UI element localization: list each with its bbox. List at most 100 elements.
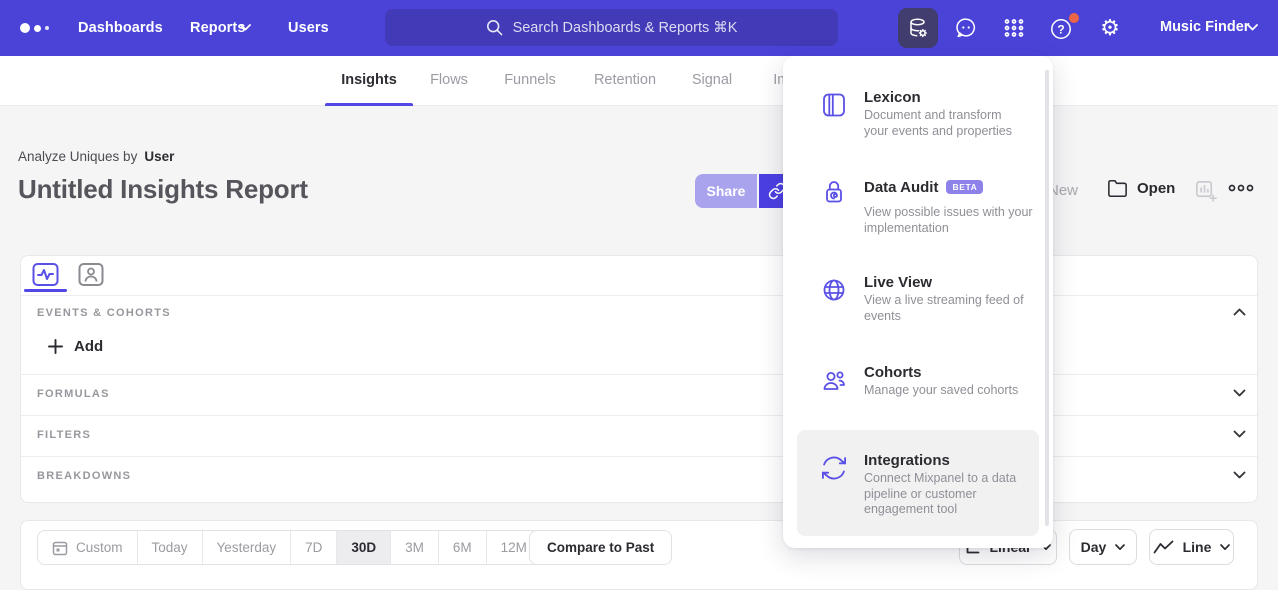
user-profile-icon	[78, 262, 104, 287]
menu-item-desc: Manage your saved cohorts	[864, 383, 1018, 399]
tab-flows[interactable]: Flows	[430, 72, 468, 88]
chevron-down-icon[interactable]	[1233, 471, 1246, 479]
chevron-down-icon[interactable]	[1233, 430, 1246, 438]
add-label: Add	[74, 338, 103, 355]
menu-item-integrations[interactable]: Integrations	[864, 452, 950, 469]
logo-dot-large	[20, 23, 30, 33]
active-tab-underline	[325, 103, 413, 106]
live-view-icon	[820, 276, 848, 304]
section-events-cohorts[interactable]: EVENTS & COHORTS	[37, 307, 171, 319]
chevron-down-icon[interactable]	[1233, 389, 1246, 397]
notification-badge	[1069, 13, 1079, 23]
top-nav: Dashboards Reports Users Search Dashboar…	[0, 0, 1278, 56]
section-filters[interactable]: FILTERS	[37, 429, 91, 441]
open-report-button[interactable]: Open	[1107, 179, 1175, 198]
chevron-up-icon[interactable]	[1233, 308, 1246, 316]
section-breakdowns[interactable]: BREAKDOWNS	[37, 470, 131, 482]
range-today[interactable]: Today	[138, 531, 203, 564]
granularity-dropdown[interactable]: Day	[1069, 529, 1137, 565]
search-placeholder: Search Dashboards & Reports ⌘K	[513, 20, 738, 36]
range-label: 3M	[405, 540, 424, 555]
range-custom[interactable]: Custom	[38, 531, 138, 564]
data-management-icon	[906, 16, 930, 40]
data-audit-icon	[820, 178, 848, 206]
menu-item-desc: Connect Mixpanel to a data pipeline or c…	[864, 471, 1034, 518]
divider	[21, 456, 1257, 457]
divider	[21, 374, 1257, 375]
analyze-prefix: Analyze Uniques by	[18, 149, 137, 164]
range-label: Today	[152, 540, 188, 555]
beta-badge: BETA	[946, 180, 983, 194]
more-options-button[interactable]	[1228, 184, 1254, 192]
chevron-down-icon	[1115, 544, 1125, 551]
menu-item-desc: View possible issues with your implement…	[864, 205, 1049, 236]
tab-users-view[interactable]	[78, 262, 104, 292]
menu-item-title: Data Audit	[864, 179, 938, 196]
menu-item-lexicon[interactable]: Lexicon	[864, 89, 921, 106]
tab-retention[interactable]: Retention	[594, 72, 656, 88]
range-3m[interactable]: 3M	[391, 531, 439, 564]
menu-item-live-view[interactable]: Live View	[864, 274, 932, 291]
lexicon-icon	[820, 91, 848, 119]
open-label: Open	[1137, 180, 1175, 197]
divider	[21, 415, 1257, 416]
workspace-name: Music Finder	[1160, 19, 1249, 35]
logo-dot-small	[45, 26, 49, 30]
workspace-switcher[interactable]: Music Finder	[1160, 19, 1249, 35]
range-yesterday[interactable]: Yesterday	[203, 531, 292, 564]
folder-icon	[1107, 179, 1128, 198]
active-view-underline	[24, 289, 67, 292]
ellipsis-icon	[1228, 184, 1254, 192]
nav-link-dashboards[interactable]: Dashboards	[78, 20, 163, 36]
range-label: 6M	[453, 540, 472, 555]
chart-type-dropdown[interactable]: Line	[1149, 529, 1234, 565]
nav-link-users[interactable]: Users	[288, 20, 329, 36]
data-management-menu: Lexicon Document and transform your even…	[783, 56, 1053, 548]
query-builder-panel: EVENTS & COHORTS Add FORMULAS FILTERS BR…	[20, 255, 1258, 503]
settings-gear-icon: ⚙	[1100, 17, 1120, 39]
settings-button[interactable]: ⚙	[1090, 8, 1130, 48]
report-type-tabbar: Insights Flows Funnels Retention Signal …	[0, 56, 1278, 106]
add-to-dashboard-button[interactable]	[1194, 179, 1217, 207]
add-event-button[interactable]: Add	[48, 338, 103, 355]
tab-signal[interactable]: Signal	[692, 72, 732, 88]
metrics-chart-icon	[32, 262, 59, 287]
tab-events-view[interactable]	[32, 262, 59, 292]
chevron-down-icon	[1220, 544, 1230, 551]
apps-grid-icon	[1002, 16, 1026, 40]
granularity-value: Day	[1081, 539, 1107, 555]
search-icon	[486, 19, 503, 36]
divider	[21, 295, 1257, 296]
search-input[interactable]: Search Dashboards & Reports ⌘K	[385, 9, 838, 46]
nav-link-reports[interactable]: Reports	[190, 20, 246, 36]
menu-item-desc: View a live streaming feed of events	[864, 293, 1041, 324]
svg-text:?: ?	[1057, 22, 1064, 36]
data-management-button[interactable]	[898, 8, 938, 48]
range-label: 7D	[305, 540, 322, 555]
range-7d[interactable]: 7D	[291, 531, 337, 564]
tab-funnels[interactable]: Funnels	[504, 72, 556, 88]
apps-grid-button[interactable]	[994, 8, 1034, 48]
add-chart-icon	[1194, 179, 1217, 202]
calendar-icon	[52, 540, 68, 556]
integrations-icon	[820, 454, 848, 482]
tab-insights[interactable]: Insights	[341, 72, 397, 88]
menu-item-cohorts[interactable]: Cohorts	[864, 364, 922, 381]
cohorts-icon	[820, 366, 848, 394]
menu-item-data-audit[interactable]: Data Audit BETA	[864, 179, 983, 196]
compare-to-past-button[interactable]: Compare to Past	[529, 530, 672, 565]
chevron-down-icon	[1247, 24, 1258, 31]
range-6m[interactable]: 6M	[439, 531, 487, 564]
range-label: 12M	[501, 540, 527, 555]
line-chart-icon	[1153, 540, 1174, 554]
range-30d[interactable]: 30D	[337, 531, 391, 564]
range-label: 30D	[351, 540, 376, 555]
section-formulas[interactable]: FORMULAS	[37, 388, 110, 400]
analyze-entity[interactable]: User	[144, 149, 174, 164]
menu-scrollbar[interactable]	[1045, 70, 1049, 526]
support-chat-button[interactable]	[946, 8, 986, 48]
analyze-line: Analyze Uniques by User	[18, 149, 174, 164]
report-title[interactable]: Untitled Insights Report	[18, 174, 308, 205]
share-button[interactable]: Share	[695, 174, 757, 208]
menu-item-desc: Document and transform your events and p…	[864, 108, 1027, 139]
